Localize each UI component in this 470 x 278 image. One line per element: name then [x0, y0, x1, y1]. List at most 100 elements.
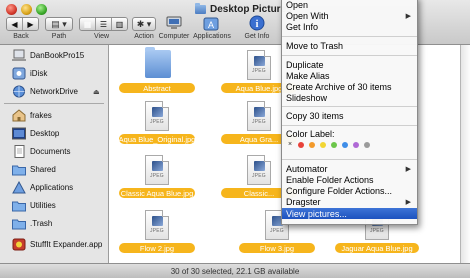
submenu-arrow-icon: ▶	[405, 165, 411, 173]
icon-view-icon: ▦	[80, 18, 95, 30]
sidebar-item-utilities[interactable]: Utilities	[0, 197, 108, 214]
stuffit-icon	[12, 238, 26, 251]
menu-item-open[interactable]: Open	[282, 0, 417, 10]
laptop-icon	[12, 49, 26, 61]
sidebar-item-label: Shared	[30, 165, 56, 174]
menu-item-label: Open	[286, 0, 309, 10]
action-label: Action	[134, 33, 154, 40]
sidebar-item-trash[interactable]: .Trash	[0, 215, 108, 232]
menu-item-get-info[interactable]: Get Info	[282, 21, 417, 32]
close-window-button[interactable]	[6, 4, 17, 15]
menu-item-move-to-trash[interactable]: Move to Trash	[282, 40, 417, 51]
sidebar-item-label: Applications	[30, 183, 74, 192]
submenu-arrow-icon: ▶	[405, 12, 411, 20]
no-label-icon[interactable]: ×	[287, 141, 293, 148]
menu-item-label: Enable Folder Actions	[286, 174, 374, 185]
menu-item-dragster[interactable]: Dragster ▶	[282, 196, 417, 207]
zoom-window-button[interactable]	[36, 4, 47, 15]
label-purple-swatch[interactable]	[353, 142, 359, 148]
jpeg-tag: JPEG	[252, 173, 266, 179]
status-text: 30 of 30 selected, 22.1 GB available	[170, 266, 300, 276]
jpeg-file-icon: JPEG	[247, 155, 271, 185]
sidebar-item-documents[interactable]: Documents	[0, 143, 108, 160]
label-gray-swatch[interactable]	[364, 142, 370, 148]
sidebar-item-networkdrive[interactable]: NetworkDrive ⏏	[0, 83, 108, 100]
menu-item-label: Slideshow	[286, 92, 328, 103]
sidebar-item-stuffit[interactable]: StuffIt Expander.app	[0, 236, 108, 253]
path-button[interactable]: ▤ ▾	[45, 17, 73, 31]
file-name: Flow 3.jpg	[239, 243, 315, 253]
label-green-swatch[interactable]	[331, 142, 337, 148]
back-button[interactable]: ◀	[7, 18, 23, 30]
list-view-icon: ☰	[96, 18, 111, 30]
vertical-scrollbar[interactable]	[460, 45, 470, 263]
sidebar-item-danbookpro15[interactable]: DanBookPro15	[0, 47, 108, 64]
label-orange-swatch[interactable]	[309, 142, 315, 148]
file-item[interactable]: Abstract	[119, 47, 195, 94]
eject-icon[interactable]: ⏏	[93, 88, 100, 96]
action-button[interactable]: ✱ ▾	[132, 17, 156, 31]
menu-item-duplicate[interactable]: Duplicate	[282, 59, 417, 70]
sidebar-item-idisk[interactable]: iDisk	[0, 65, 108, 82]
sidebar-item-label: Utilities	[30, 201, 56, 210]
trash-folder-icon	[12, 219, 26, 230]
sidebar-item-label: NetworkDrive	[30, 87, 79, 96]
menu-separator	[282, 159, 417, 160]
home-icon	[12, 109, 26, 122]
computer-button[interactable]	[166, 15, 182, 31]
column-view-button[interactable]: ▥	[112, 18, 127, 30]
menu-item-label: Dragster	[286, 196, 321, 207]
menu-item-label: Get Info	[286, 21, 319, 32]
menu-item-view-pictures[interactable]: View pictures...	[282, 208, 417, 219]
menu-item-open-with[interactable]: Open With ▶	[282, 10, 417, 21]
back-arrow-icon: ◀	[7, 18, 22, 30]
window-title-text: Desktop Pictures	[210, 3, 292, 15]
menu-item-enable-folder-actions[interactable]: Enable Folder Actions	[282, 174, 417, 185]
applications-button[interactable]: A	[203, 15, 219, 31]
menu-item-copy[interactable]: Copy 30 items	[282, 110, 417, 121]
submenu-arrow-icon: ▶	[405, 198, 411, 206]
getinfo-button[interactable]: i	[249, 15, 265, 31]
finder-window: Desktop Pictures ◀ ▶ Back ▤ ▾ Path ▦ ☰ ▥…	[0, 0, 470, 278]
applications-label: Applications	[193, 33, 231, 40]
menu-item-configure-folder-actions[interactable]: Configure Folder Actions...	[282, 185, 417, 196]
sidebar-item-label: .Trash	[30, 219, 53, 228]
sidebar-item-frakes[interactable]: frakes	[0, 107, 108, 124]
idisk-icon	[12, 67, 26, 80]
utilities-folder-icon	[12, 201, 26, 212]
sidebar-item-label: StuffIt Expander.app	[30, 240, 103, 249]
menu-item-make-alias[interactable]: Make Alias	[282, 70, 417, 81]
sidebar-item-shared[interactable]: Shared	[0, 161, 108, 178]
jpeg-tag: JPEG	[252, 68, 266, 74]
column-view-icon: ▥	[112, 18, 127, 30]
file-item[interactable]: JPEG Flow 2.jpg	[119, 210, 195, 254]
forward-button[interactable]: ▶	[23, 18, 38, 30]
sidebar-item-desktop[interactable]: Desktop	[0, 125, 108, 142]
label-red-swatch[interactable]	[298, 142, 304, 148]
icon-view-button[interactable]: ▦	[80, 18, 96, 30]
menu-item-slideshow[interactable]: Slideshow	[282, 92, 417, 103]
file-item[interactable]: JPEG Classic Aqua Blue.jpg	[119, 155, 195, 199]
label-blue-swatch[interactable]	[342, 142, 348, 148]
jpeg-file-icon: JPEG	[145, 210, 169, 240]
menu-separator	[282, 106, 417, 107]
minimize-window-button[interactable]	[21, 4, 32, 15]
file-name: Classic Aqua Blue.jpg	[119, 188, 195, 198]
context-menu: Open Open With ▶ Get Info Move to Trash …	[281, 0, 418, 225]
view-label: View	[93, 33, 110, 40]
file-name: Abstract	[119, 83, 195, 93]
file-name: Flow 2.jpg	[119, 243, 195, 253]
path-icon: ▤ ▾	[51, 18, 67, 29]
list-view-button[interactable]: ☰	[96, 18, 112, 30]
label-yellow-swatch[interactable]	[320, 142, 326, 148]
svg-text:i: i	[256, 19, 259, 30]
sidebar-item-label: Desktop	[30, 129, 60, 138]
sidebar-item-applications[interactable]: Applications	[0, 179, 108, 196]
menu-item-automator[interactable]: Automator ▶	[282, 163, 417, 174]
jpeg-file-icon: JPEG	[247, 101, 271, 131]
menu-item-create-archive[interactable]: Create Archive of 30 items	[282, 81, 417, 92]
computer-label: Computer	[158, 33, 190, 40]
sidebar-divider	[4, 103, 104, 104]
file-item[interactable]: JPEG Aqua Blue_Original.jpg	[119, 101, 195, 145]
gear-icon: ✱ ▾	[136, 18, 152, 29]
